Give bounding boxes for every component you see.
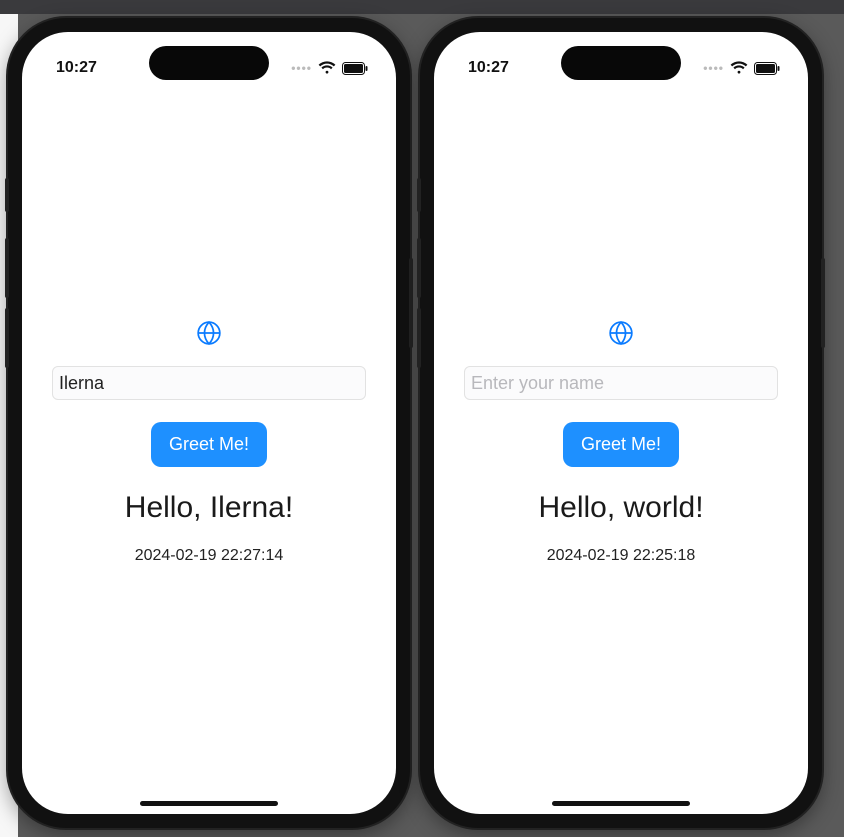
status-icons: •••• [291, 61, 368, 75]
status-icons: •••• [703, 61, 780, 75]
greeting-text: Hello, world! [538, 491, 703, 525]
iphone-simulator-left: 10:27 •••• Greet Me! Hello, Ilerna! 2024… [8, 18, 410, 828]
globe-icon [608, 320, 634, 346]
wifi-icon [318, 61, 336, 75]
volume-up-button [5, 238, 9, 298]
side-button [5, 178, 9, 212]
cellular-icon: •••• [703, 61, 724, 75]
cellular-icon: •••• [291, 61, 312, 75]
app-content: Greet Me! Hello, Ilerna! 2024-02-19 22:2… [22, 90, 396, 814]
dynamic-island [149, 46, 269, 80]
power-button [409, 258, 413, 348]
simulator-row: 10:27 •••• Greet Me! Hello, Ilerna! 2024… [0, 0, 844, 828]
volume-down-button [5, 308, 9, 368]
iphone-simulator-right: 10:27 •••• Greet Me! Hello, world! 2024-… [420, 18, 822, 828]
dynamic-island [561, 46, 681, 80]
greeting-text: Hello, Ilerna! [125, 491, 293, 525]
volume-up-button [417, 238, 421, 298]
side-button [417, 178, 421, 212]
timestamp-text: 2024-02-19 22:27:14 [135, 547, 284, 565]
battery-icon [342, 62, 368, 75]
volume-down-button [417, 308, 421, 368]
status-time: 10:27 [468, 59, 509, 77]
home-indicator [552, 801, 690, 806]
status-time: 10:27 [56, 59, 97, 77]
name-input[interactable] [464, 366, 778, 400]
greet-button[interactable]: Greet Me! [151, 422, 267, 467]
phone-screen: 10:27 •••• Greet Me! Hello, world! 2024-… [434, 32, 808, 814]
app-content: Greet Me! Hello, world! 2024-02-19 22:25… [434, 90, 808, 814]
globe-icon [196, 320, 222, 346]
wifi-icon [730, 61, 748, 75]
phone-screen: 10:27 •••• Greet Me! Hello, Ilerna! 2024… [22, 32, 396, 814]
timestamp-text: 2024-02-19 22:25:18 [547, 547, 696, 565]
greet-button[interactable]: Greet Me! [563, 422, 679, 467]
battery-icon [754, 62, 780, 75]
power-button [821, 258, 825, 348]
home-indicator [140, 801, 278, 806]
name-input[interactable] [52, 366, 366, 400]
